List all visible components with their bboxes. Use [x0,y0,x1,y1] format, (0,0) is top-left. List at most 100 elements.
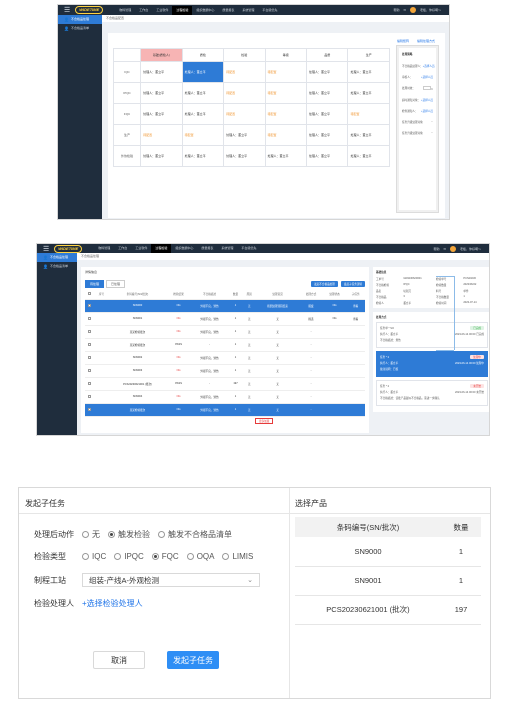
start-subtask-button[interactable]: 发起子任务流转 [340,281,365,287]
table-row[interactable]: SN9000 NG 外观不良，划伤 1 无按照处理流程结束 报废 NG 查看 [85,299,365,313]
radio-option[interactable]: OQA [186,552,214,561]
matrix-cell[interactable]: 处理人：董立平 [347,82,390,104]
row-subtask[interactable] [346,364,365,378]
task-card[interactable]: 任务单 * SO 已完成 执行人：董立平 2023-06-14 00:00 已完成 不合… [376,322,488,348]
edit-method-link[interactable]: 编辑处理方式 [417,39,435,43]
matrix-cell[interactable]: 处理人：董立平 [223,124,266,146]
nav-item[interactable]: 平台级优先 [258,6,281,15]
mail-icon[interactable]: ✉ [403,8,406,12]
row-select-checkbox[interactable] [88,303,92,307]
help-link[interactable]: 帮助 [433,247,439,251]
sidebar-item-list[interactable]: 👤 不合格品清单 [37,262,77,271]
row-checkbox[interactable] [85,390,95,404]
sidebar-item-handling[interactable]: 👤 不合格品处理 [58,15,102,24]
user-name[interactable]: 老板，你好啊～ [460,247,481,251]
sidebar-item-handling[interactable]: 👤 不合格品处理 [37,253,77,262]
row-select-checkbox[interactable] [88,394,92,398]
table-row[interactable]: SN9001 NG 外观不良，划伤 1 无无挑选 NG 查看 [85,312,365,326]
table-row[interactable]: PCS20230621001 (批次) PASS -197 无无 - [85,377,365,391]
select-all-checkbox[interactable] [88,292,92,296]
table-row[interactable]: SN9003 NG 外观不良，划伤 1 无无 - [85,364,365,378]
matrix-cell[interactable]: 待配置 [347,103,390,125]
matrix-cell[interactable]: 处理人：董立平 [305,103,349,125]
menu-icon[interactable]: ☰ [64,6,70,14]
nav-item[interactable]: 质量报表 [197,244,217,253]
radio-option[interactable]: LIMIS [222,552,253,561]
tab-pending[interactable]: 待处理 [85,280,105,288]
matrix-cell[interactable]: 处理人：董立平 [347,61,390,83]
row-select-checkbox[interactable] [88,342,92,346]
table-row[interactable]: SN9001 1 [295,566,481,596]
matrix-cell[interactable]: 处理人：董立平 [181,82,225,104]
row-select-checkbox[interactable] [88,381,92,385]
radio-option[interactable]: IPQC [114,552,144,561]
radio-option[interactable]: 无 [82,529,100,540]
matrix-cell[interactable]: 处理人：董立平 [305,145,349,167]
row-select-checkbox[interactable] [88,407,92,411]
matrix-cell[interactable]: 处理人：董立平 [347,124,390,146]
row-subtask[interactable] [346,351,365,365]
nav-item[interactable]: 工作台 [114,244,131,253]
matrix-cell[interactable]: 处理人：董立平 [181,103,225,125]
radio-option[interactable]: FQC [151,552,179,561]
select-person-link[interactable]: +选择人员 [421,109,433,113]
nav-item-active[interactable]: 过程检验 [151,244,172,253]
table-row[interactable]: 某某检验批次 PASS -1 无无 - [85,338,365,352]
chevron-down-icon[interactable]: ⌄ [431,131,433,135]
timeout-input[interactable] [422,86,431,90]
table-row[interactable]: 某某检验批次 NG 外观不良，划伤 1 无无 - [85,403,365,417]
cancel-button[interactable]: 取消 [93,651,145,669]
row-checkbox[interactable] [85,351,95,365]
matrix-cell[interactable]: 待配置 [223,61,266,83]
row-checkbox[interactable] [85,377,95,391]
task-card[interactable]: 任务 * 2 处理中 执行人：董立平 2023-06-14 00:00 处理中 备注说明… [376,351,488,377]
matrix-cell[interactable]: 处理人：董立平 [223,145,266,167]
matrix-cell-selected[interactable]: 处理人：董立平 [181,61,225,83]
row-subtask[interactable]: 查看 [346,312,365,326]
row-subtask[interactable] [346,403,365,417]
matrix-cell[interactable]: 处理人：董立平 [305,82,349,104]
nav-item[interactable]: 工作台 [135,6,152,15]
matrix-cell[interactable]: 处理人：董立平 [140,82,183,104]
table-row[interactable]: PCS20230621001 (批次) 197 [295,595,481,625]
load-more-button[interactable]: 更多加载 [255,418,274,424]
nav-item-active[interactable]: 过程检验 [172,5,193,15]
table-row[interactable]: SN9004 NG 外观不良，划伤 1 无无 - [85,390,365,404]
table-row[interactable]: 某某检验批次 NG 外观不良，划伤 1 无无 - [85,325,365,339]
station-select[interactable]: 组装-产线A-外观检测 ⌄ [82,573,260,587]
matrix-cell[interactable]: 待配置 [264,103,308,125]
matrix-cell[interactable]: 处理人：董立平 [305,61,349,83]
nav-item[interactable]: 组织数据中心 [192,6,218,15]
edit-matrix-link[interactable]: 编辑矩阵 [397,39,409,43]
row-checkbox[interactable] [85,338,95,352]
task-card[interactable]: 任务 * 2 未开始 执行人：董立平 2023-06-14 00:00 未开始 不合格描… [376,380,488,406]
radio-option[interactable]: 触发检验 [108,529,150,540]
row-checkbox[interactable] [85,364,95,378]
row-subtask[interactable] [346,390,365,404]
select-person-link[interactable]: +选择人员 [423,64,435,68]
table-row[interactable]: SN9002 NG 外观不良，划伤 1 无无 - [85,351,365,365]
row-select-checkbox[interactable] [88,329,92,333]
nav-item[interactable]: 工业软件 [131,244,151,253]
nav-item[interactable]: 平台级优先 [237,244,260,253]
matrix-cell[interactable]: 待配置 [264,124,308,146]
select-person-link[interactable]: +选择人员 [421,98,433,102]
row-subtask[interactable] [346,338,365,352]
matrix-cell[interactable]: 待配置 [181,124,225,146]
row-subtask[interactable] [346,377,365,391]
mail-icon[interactable]: ✉ [443,247,446,251]
row-checkbox[interactable] [85,403,95,417]
matrix-cell[interactable]: 待配置 [140,124,183,146]
table-row[interactable]: SN9000 1 [295,537,481,567]
matrix-cell[interactable]: 处理人：董立平 [140,61,183,83]
nav-item[interactable]: 系统管理 [217,244,237,253]
matrix-cell[interactable]: 处理人：董立平 [264,145,308,167]
user-name[interactable]: 老板，你好啊～ [420,8,441,12]
row-checkbox[interactable] [85,325,95,339]
radio-option[interactable]: IQC [82,552,106,561]
nav-item[interactable]: 系统管理 [238,6,258,15]
nav-item[interactable]: 物料管理 [115,6,135,15]
chevron-down-icon[interactable]: ⌄ [431,120,433,124]
row-checkbox[interactable] [85,299,95,313]
matrix-cell[interactable]: 待配置 [264,61,308,83]
